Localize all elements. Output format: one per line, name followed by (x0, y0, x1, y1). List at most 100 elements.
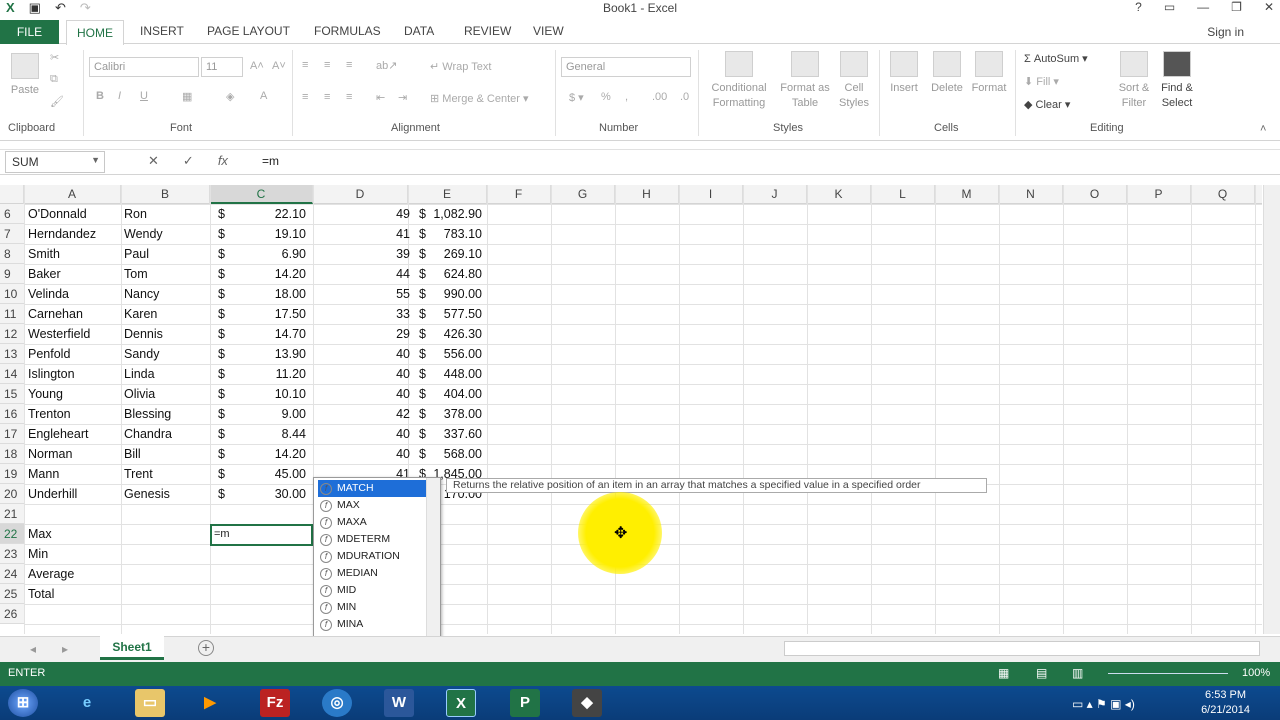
cell-c19[interactable]: 45.00 (230, 464, 306, 484)
cell-a23[interactable]: Min (28, 544, 120, 564)
number-format-select[interactable]: General (561, 57, 691, 77)
cell-e16[interactable]: 378.00 (430, 404, 482, 424)
cell-c16[interactable]: 9.00 (230, 404, 306, 424)
cell-c11[interactable]: 17.50 (230, 304, 306, 324)
zoom-level[interactable]: 100% (1242, 667, 1270, 679)
vertical-scrollbar[interactable] (1263, 185, 1280, 634)
cell-e8[interactable]: 269.10 (430, 244, 482, 264)
format-as-table-button[interactable]: Format as Table (779, 51, 831, 111)
cell-a21[interactable] (28, 504, 120, 524)
wrap-text-button[interactable]: ↵ Wrap Text (430, 60, 491, 73)
cell-e14[interactable]: 448.00 (430, 364, 482, 384)
page-layout-view-icon[interactable]: ▤ (1036, 666, 1047, 680)
sign-in-link[interactable]: Sign in (1207, 25, 1244, 39)
tab-insert[interactable]: INSERT (140, 24, 184, 38)
cell-d17[interactable]: 40 (330, 424, 410, 444)
tab-file[interactable]: FILE (0, 20, 59, 44)
cell-a26[interactable] (28, 604, 120, 624)
cell-a19[interactable]: Mann (28, 464, 120, 484)
cell-d18[interactable]: 40 (330, 444, 410, 464)
format-painter-icon[interactable]: 🖌 (50, 95, 64, 108)
fill-color-icon[interactable]: ◈ (226, 90, 234, 103)
column-header-p[interactable]: P (1127, 185, 1191, 204)
cell-b25[interactable] (124, 584, 210, 604)
ribbon-display-icon[interactable]: ▭ (1164, 0, 1175, 14)
minimize-icon[interactable]: — (1197, 0, 1209, 14)
cell-b13[interactable]: Sandy (124, 344, 210, 364)
clear-button[interactable]: ◆ Clear ▾ (1024, 98, 1070, 111)
accounting-format-icon[interactable]: $ ▾ (569, 91, 584, 104)
cell-e11[interactable]: 577.50 (430, 304, 482, 324)
cell-c18[interactable]: 14.20 (230, 444, 306, 464)
cell-d9[interactable]: 44 (330, 264, 410, 284)
shrink-font-icon[interactable]: A˅ (272, 60, 286, 72)
cell-c10[interactable]: 18.00 (230, 284, 306, 304)
cell-b8[interactable]: Paul (124, 244, 210, 264)
cell-e10[interactable]: 990.00 (430, 284, 482, 304)
row-header-19[interactable]: 19 (0, 464, 24, 484)
cell-b16[interactable]: Blessing (124, 404, 210, 424)
autocomplete-item-mid[interactable]: f MID (318, 582, 426, 599)
cell-e13[interactable]: 556.00 (430, 344, 482, 364)
cell-b14[interactable]: Linda (124, 364, 210, 384)
font-name-select[interactable]: Calibri (89, 57, 199, 77)
italic-icon[interactable]: I (118, 90, 121, 102)
cell-d12[interactable]: 29 (330, 324, 410, 344)
row-header-15[interactable]: 15 (0, 384, 24, 404)
autocomplete-item-maxa[interactable]: f MAXA (318, 514, 426, 531)
bottom-align-icon[interactable]: ≡ (346, 59, 352, 71)
insert-cells-button[interactable]: Insert (884, 51, 924, 96)
row-header-20[interactable]: 20 (0, 484, 24, 504)
decrease-indent-icon[interactable]: ⇤ (376, 91, 385, 104)
cell-a9[interactable]: Baker (28, 264, 120, 284)
cell-d14[interactable]: 40 (330, 364, 410, 384)
cell-b15[interactable]: Olivia (124, 384, 210, 404)
top-align-icon[interactable]: ≡ (302, 59, 308, 71)
center-icon[interactable]: ≡ (324, 91, 330, 103)
row-header-16[interactable]: 16 (0, 404, 24, 424)
help-icon[interactable]: ? (1135, 0, 1142, 14)
cell-c6[interactable]: 22.10 (230, 204, 306, 224)
start-button-icon[interactable]: ⊞ (8, 689, 38, 717)
column-header-b[interactable]: B (121, 185, 210, 204)
column-header-g[interactable]: G (551, 185, 615, 204)
column-header-k[interactable]: K (807, 185, 871, 204)
cell-b23[interactable] (124, 544, 210, 564)
cell-c17[interactable]: 8.44 (230, 424, 306, 444)
cell-e6[interactable]: 1,082.90 (430, 204, 482, 224)
cell-a20[interactable]: Underhill (28, 484, 120, 504)
column-header-f[interactable]: F (487, 185, 551, 204)
cell-c15[interactable]: 10.10 (230, 384, 306, 404)
insert-function-icon[interactable]: fx (218, 153, 228, 169)
column-header-o[interactable]: O (1063, 185, 1127, 204)
cell-styles-button[interactable]: Cell Styles (833, 51, 875, 111)
cell-c8[interactable]: 6.90 (230, 244, 306, 264)
column-header-n[interactable]: N (999, 185, 1063, 204)
cell-a12[interactable]: Westerfield (28, 324, 120, 344)
grow-font-icon[interactable]: A˄ (250, 60, 264, 72)
bold-icon[interactable]: B (96, 90, 104, 102)
cell-d10[interactable]: 55 (330, 284, 410, 304)
tab-review[interactable]: REVIEW (464, 24, 511, 38)
autocomplete-item-match[interactable]: f MATCH (318, 480, 426, 497)
cell-a17[interactable]: Engleheart (28, 424, 120, 444)
column-header-l[interactable]: L (871, 185, 935, 204)
cell-b20[interactable]: Genesis (124, 484, 210, 504)
cell-a7[interactable]: Herndandez (28, 224, 120, 244)
autocomplete-item-mduration[interactable]: f MDURATION (318, 548, 426, 565)
cell-e12[interactable]: 426.30 (430, 324, 482, 344)
cell-b18[interactable]: Bill (124, 444, 210, 464)
font-color-icon[interactable]: A (260, 90, 267, 102)
cell-a13[interactable]: Penfold (28, 344, 120, 364)
row-header-18[interactable]: 18 (0, 444, 24, 464)
column-header-q[interactable]: Q (1191, 185, 1255, 204)
autocomplete-item-max[interactable]: f MAX (318, 497, 426, 514)
cell-a24[interactable]: Average (28, 564, 120, 584)
cell-e17[interactable]: 337.60 (430, 424, 482, 444)
cell-c13[interactable]: 13.90 (230, 344, 306, 364)
tab-formulas[interactable]: FORMULAS (314, 24, 381, 38)
column-header-d[interactable]: D (313, 185, 408, 204)
cell-b26[interactable] (124, 604, 210, 624)
cell-a14[interactable]: Islington (28, 364, 120, 384)
collapse-ribbon-icon[interactable]: ˄ (1260, 123, 1266, 135)
